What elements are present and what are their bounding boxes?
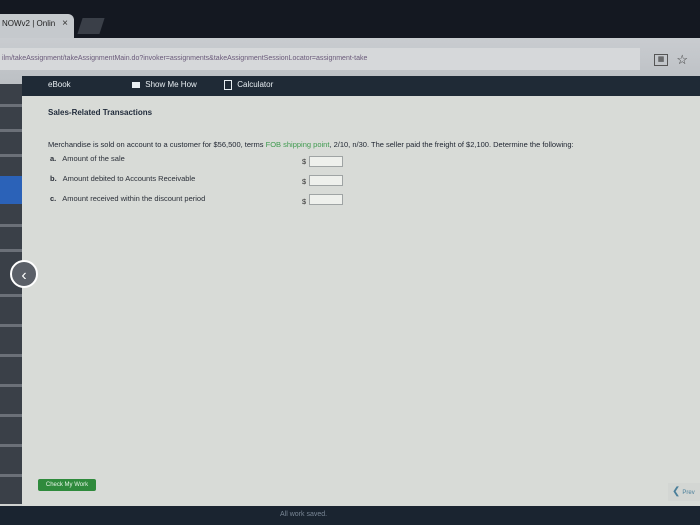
currency-symbol: $ <box>302 197 307 206</box>
calculator-button[interactable]: Calculator <box>224 80 273 90</box>
browser-tab-title: NOWv2 | Onlin <box>2 19 56 28</box>
calculator-label: Calculator <box>237 80 274 90</box>
item-c-row: c. Amount received within the discount pe… <box>50 194 205 203</box>
question-text-start: Merchandise is sold on account to a cust… <box>48 140 266 149</box>
check-my-work-button[interactable]: Check My Work <box>38 479 96 491</box>
show-me-how-button[interactable]: Show Me How <box>132 80 197 89</box>
close-icon[interactable]: × <box>62 18 68 29</box>
problem-panel: Sales-Related Transactions Merchandise i… <box>22 96 700 516</box>
currency-symbol: $ <box>302 157 307 166</box>
chevron-left-icon: ❮ <box>672 486 681 497</box>
strip-divider <box>0 474 22 477</box>
fob-shipping-point-link[interactable]: FOB shipping point <box>266 140 330 149</box>
status-footer: All work saved. <box>0 506 700 525</box>
strip-divider <box>0 384 22 387</box>
strip-divider <box>0 249 22 252</box>
discount-period-amount-input[interactable] <box>309 194 343 205</box>
item-b-row: b. Amount debited to Accounts Receivable <box>50 174 195 183</box>
amount-of-sale-input[interactable] <box>309 156 343 167</box>
problem-question: Merchandise is sold on account to a cust… <box>48 140 574 149</box>
strip-divider <box>0 444 22 447</box>
item-label: Amount debited to Accounts Receivable <box>62 174 196 183</box>
strip-divider <box>0 324 22 327</box>
strip-divider <box>0 294 22 297</box>
item-label: Amount received within the discount peri… <box>62 194 206 203</box>
previous-label: Prev <box>682 490 695 496</box>
currency-symbol: $ <box>302 177 307 186</box>
calculator-icon <box>224 80 232 90</box>
assignment-toolbar: eBook Show Me How Calculator <box>22 76 700 96</box>
bookmark-star-icon[interactable]: ☆ <box>676 52 688 68</box>
save-status: All work saved. <box>280 511 328 518</box>
item-letter: a. <box>50 154 57 163</box>
item-letter: c. <box>50 194 57 203</box>
chevron-left-icon: ‹ <box>21 267 27 284</box>
previous-button[interactable]: ❮ Prev <box>668 483 700 501</box>
browser-tab[interactable]: NOWv2 | Onlin × <box>0 14 74 38</box>
extension-icon[interactable]: ▦ <box>654 54 668 66</box>
ebook-button[interactable]: eBook <box>48 80 71 89</box>
strip-divider <box>0 354 22 357</box>
accounts-receivable-input[interactable] <box>309 175 343 186</box>
ebook-label: eBook <box>48 80 71 89</box>
strip-divider <box>0 224 22 227</box>
item-a-row: a. Amount of the sale <box>50 154 125 163</box>
new-tab-button[interactable] <box>77 18 105 34</box>
strip-divider <box>0 129 22 132</box>
item-label: Amount of the sale <box>62 154 125 163</box>
strip-divider <box>0 104 22 107</box>
active-question-marker[interactable] <box>0 176 22 204</box>
show-me-how-label: Show Me How <box>145 80 197 89</box>
strip-divider <box>0 154 22 157</box>
left-sidebar-strip <box>0 84 22 504</box>
problem-title: Sales-Related Transactions <box>48 108 153 117</box>
video-icon <box>132 81 140 88</box>
item-letter: b. <box>50 174 57 183</box>
back-nav-button[interactable]: ‹ <box>10 260 38 288</box>
browser-tabstrip: NOWv2 | Onlin × <box>0 0 700 38</box>
url-text: ilm/takeAssignment/takeAssignmentMain.do… <box>2 55 368 62</box>
question-text-end: , 2/10, n/30. The seller paid the freigh… <box>329 140 574 149</box>
strip-divider <box>0 414 22 417</box>
